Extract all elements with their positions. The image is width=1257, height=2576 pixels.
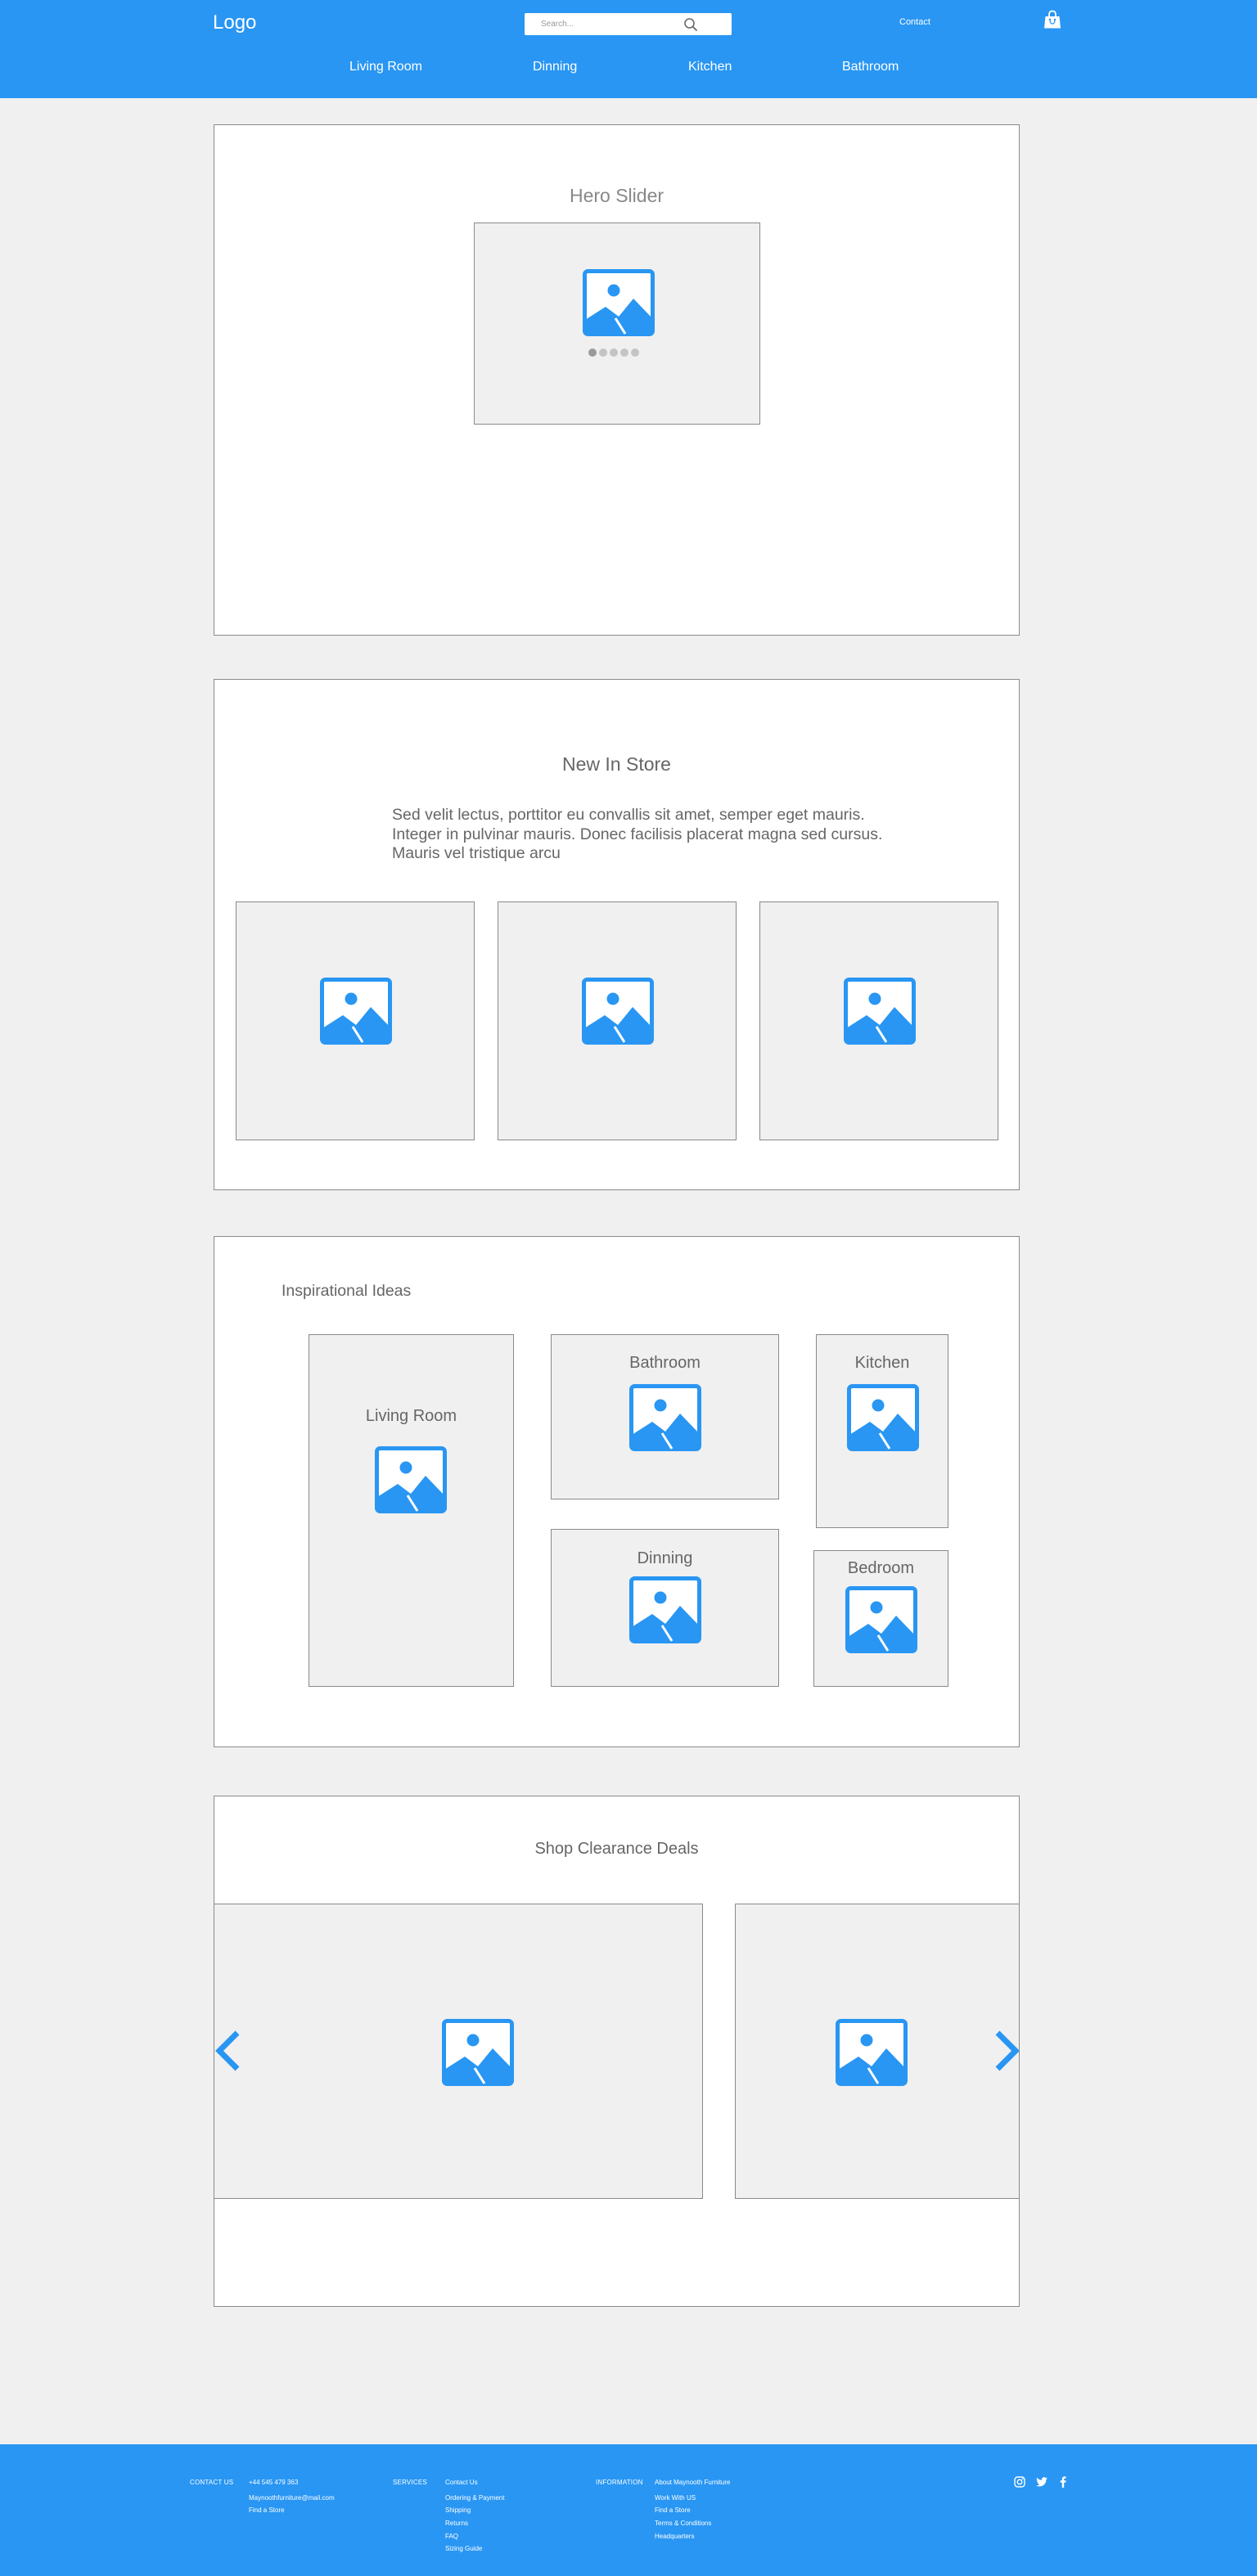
image-placeholder-icon [629, 1576, 701, 1643]
product-card-2[interactable] [498, 901, 737, 1140]
new-in-store-description: Sed velit lectus, porttitor eu convallis… [392, 806, 883, 862]
footer-email[interactable]: Maynoothfurniture@mail.com [249, 2492, 335, 2505]
search-input[interactable] [525, 13, 688, 35]
footer-phone[interactable]: +44 545 479 363 [249, 2479, 335, 2492]
new-in-store-section: New In Store Sed velit lectus, porttitor… [214, 679, 1020, 1190]
footer-find-store[interactable]: Find a Store [249, 2504, 335, 2517]
footer-information-list: About Maynooth Furniture Work With US Fi… [655, 2479, 731, 2542]
clearance-slide-1[interactable] [214, 1904, 703, 2199]
image-placeholder-icon [583, 269, 655, 336]
shopping-bag-icon[interactable] [1043, 10, 1061, 29]
facebook-icon[interactable] [1057, 2475, 1070, 2488]
image-placeholder-icon [375, 1446, 447, 1513]
clearance-slide-2[interactable] [735, 1904, 1019, 2199]
site-footer: CONTACT US +44 545 479 363 Maynoothfurni… [0, 2444, 1257, 2576]
footer-link[interactable]: About Maynooth Furniture [655, 2479, 731, 2492]
footer-link[interactable]: Find a Store [655, 2504, 731, 2517]
search-box [525, 13, 732, 35]
idea-label: Bathroom [629, 1354, 701, 1372]
footer-link[interactable]: Terms & Conditions [655, 2517, 731, 2530]
footer-contact-list: +44 545 479 363 Maynoothfurniture@mail.c… [249, 2479, 335, 2517]
idea-label: Bedroom [847, 1559, 915, 1577]
footer-link[interactable]: Work With US [655, 2492, 731, 2505]
idea-label: Kitchen [854, 1354, 910, 1372]
image-placeholder-icon [836, 2019, 908, 2086]
hero-section: Hero Slider [214, 124, 1020, 636]
logo[interactable]: Logo [213, 11, 256, 34]
chevron-left-icon[interactable] [214, 2030, 241, 2071]
footer-link[interactable]: FAQ [445, 2530, 504, 2543]
slider-dot-2[interactable] [599, 348, 607, 357]
slider-dot-1[interactable] [588, 348, 597, 357]
twitter-icon[interactable] [1035, 2475, 1048, 2488]
nav-item-dinning[interactable]: Dinning [533, 60, 577, 74]
clearance-title: Shop Clearance Deals [534, 1840, 699, 1858]
footer-information-heading: INFORMATION [596, 2479, 643, 2486]
contact-link[interactable]: Contact [899, 17, 930, 27]
footer-link[interactable]: Ordering & Payment [445, 2492, 504, 2505]
footer-link[interactable]: Headquarters [655, 2530, 731, 2543]
footer-services-heading: SERVICES [393, 2479, 427, 2486]
product-card-1[interactable] [236, 901, 475, 1140]
new-in-store-title: New In Store [562, 753, 671, 775]
instagram-icon[interactable] [1013, 2475, 1026, 2488]
chevron-right-icon[interactable] [994, 2030, 1020, 2071]
footer-link[interactable]: Shipping [445, 2504, 504, 2517]
image-placeholder-icon [442, 2019, 514, 2086]
footer-link[interactable]: Sizing Guide [445, 2542, 504, 2556]
search-icon[interactable] [683, 17, 698, 32]
slider-dot-4[interactable] [620, 348, 628, 357]
footer-link[interactable]: Contact Us [445, 2479, 504, 2492]
idea-card-dinning[interactable]: Dinning [551, 1529, 779, 1687]
idea-label: Living Room [365, 1407, 457, 1425]
idea-card-living-room[interactable]: Living Room [309, 1334, 514, 1687]
footer-contact-heading: CONTACT US [190, 2479, 234, 2486]
idea-label: Dinning [637, 1549, 693, 1567]
product-card-3[interactable] [759, 901, 998, 1140]
image-placeholder-icon [582, 978, 654, 1045]
inspirational-ideas-section: Inspirational Ideas Living Room Bathroom… [214, 1236, 1020, 1747]
inspirational-title: Inspirational Ideas [282, 1282, 412, 1300]
idea-card-bathroom[interactable]: Bathroom [551, 1334, 779, 1499]
image-placeholder-icon [629, 1384, 701, 1451]
footer-services-list: Contact Us Ordering & Payment Shipping R… [445, 2479, 504, 2556]
footer-link[interactable]: Returns [445, 2517, 504, 2530]
image-placeholder-icon [320, 978, 392, 1045]
hero-slider[interactable] [474, 223, 760, 425]
hero-title: Hero Slider [569, 185, 665, 206]
idea-card-kitchen[interactable]: Kitchen [816, 1334, 948, 1528]
idea-card-bedroom[interactable]: Bedroom [813, 1550, 948, 1687]
slider-dot-5[interactable] [631, 348, 639, 357]
nav-item-bathroom[interactable]: Bathroom [842, 60, 899, 74]
image-placeholder-icon [844, 978, 916, 1045]
site-header: Logo Contact Living Room Dinning Kitchen… [0, 0, 1257, 98]
clearance-section: Shop Clearance Deals [214, 1796, 1020, 2307]
nav-item-kitchen[interactable]: Kitchen [688, 60, 732, 74]
image-placeholder-icon [847, 1384, 919, 1451]
nav-item-living-room[interactable]: Living Room [349, 60, 422, 74]
slider-dot-3[interactable] [610, 348, 618, 357]
image-placeholder-icon [845, 1586, 917, 1653]
main-nav: Living Room Dinning Kitchen Bathroom [0, 60, 1257, 78]
